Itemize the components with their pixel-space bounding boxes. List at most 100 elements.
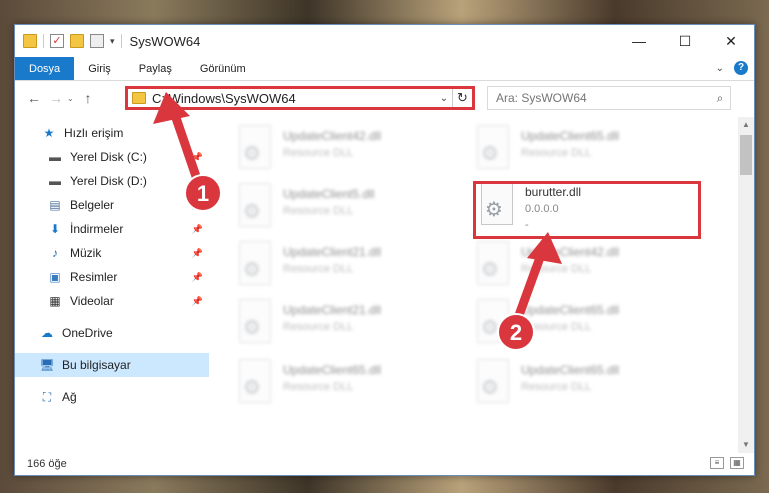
sidebar-item-label: Belgeler	[70, 198, 115, 212]
navigation-pane: ★ Hızlı erişim ▬ Yerel Disk (C:) 📌 ▬ Yer…	[15, 121, 209, 441]
search-box[interactable]: ⌕	[487, 86, 731, 110]
list-item[interactable]: ⚙ UpdateClient21.dll Resource DLL	[235, 241, 455, 297]
navigation-bar: ← → ⌄ ↑ C:\Windows\SysWOW64 ⌄ ↻ ⌕	[15, 83, 754, 113]
dll-file-icon: ⚙	[473, 359, 511, 407]
pictures-icon: ▣	[49, 270, 61, 284]
file-description: Resource DLL	[283, 381, 354, 393]
sidebar-item-label: Müzik	[70, 246, 102, 260]
cloud-icon: ☁	[41, 326, 53, 340]
sidebar-item-network[interactable]: ⛶ Ağ	[15, 385, 209, 409]
scroll-down-arrow-icon[interactable]: ▼	[738, 437, 754, 453]
list-item[interactable]: ⚙ UpdateClient65.dll Resource DLL	[473, 125, 693, 181]
list-item[interactable]: ⚙ UpdateClient21.dll Resource DLL	[235, 299, 455, 355]
list-item[interactable]: ⚙ UpdateClient65.dll Resource DLL	[235, 359, 455, 415]
refresh-icon[interactable]: ↻	[452, 89, 472, 107]
ribbon-right: ⌄ ?	[716, 61, 748, 75]
dll-file-icon: ⚙	[473, 241, 511, 289]
new-folder-icon[interactable]	[70, 34, 84, 48]
pin-icon[interactable]: 📌	[192, 224, 203, 235]
pin-icon[interactable]: 📌	[192, 296, 203, 307]
sidebar-item-videos[interactable]: ▦ Videolar 📌	[15, 289, 209, 313]
sidebar-item-pictures[interactable]: ▣ Resimler 📌	[15, 265, 209, 289]
sidebar-item-disk-c[interactable]: ▬ Yerel Disk (C:) 📌	[15, 145, 209, 169]
file-name: UpdateClient65.dll	[521, 303, 620, 317]
details-view-icon[interactable]: ≡	[710, 457, 724, 469]
dll-file-icon: ⚙	[235, 183, 273, 231]
toolbar-divider	[43, 34, 44, 48]
status-bar: 166 öğe ≡ ▦	[15, 453, 754, 475]
close-button[interactable]: ✕	[708, 25, 754, 57]
download-icon: ⬇	[49, 222, 61, 236]
customize-toolbar-chevron-icon[interactable]: ▾	[110, 36, 115, 47]
sidebar-item-disk-d[interactable]: ▬ Yerel Disk (D:) 📌	[15, 169, 209, 193]
disk-icon: ▬	[49, 150, 61, 164]
pin-icon[interactable]: 📌	[192, 272, 203, 283]
properties-check-icon[interactable]: ✓	[50, 34, 64, 48]
sidebar-item-label: Ağ	[62, 390, 77, 404]
computer-icon: 🖥	[39, 358, 55, 372]
file-list: ⚙ UpdateClient42.dll Resource DLL ⚙ Updat…	[225, 117, 725, 447]
tiles-view-icon[interactable]: ▦	[730, 457, 744, 469]
sidebar-item-quick-access[interactable]: ★ Hızlı erişim	[15, 121, 209, 145]
search-input[interactable]	[496, 91, 710, 105]
maximize-button[interactable]: ☐	[662, 25, 708, 57]
folder-icon	[23, 34, 37, 48]
dll-file-icon: ⚙	[235, 359, 273, 407]
file-name: UpdateClient21.dll	[283, 245, 382, 259]
tab-share[interactable]: Paylaş	[125, 57, 186, 80]
documents-icon: ▤	[49, 198, 61, 212]
rename-icon[interactable]	[90, 34, 104, 48]
list-item[interactable]: ⚙ UpdateClient42.dll Resource DLL	[235, 125, 455, 181]
file-description: Resource DLL	[283, 205, 354, 217]
sidebar-item-label: Bu bilgisayar	[62, 358, 131, 372]
list-item[interactable]: ⚙ UpdateClient42.dll Resource DLL	[473, 241, 693, 297]
pin-icon[interactable]: 📌	[192, 248, 203, 259]
pin-icon[interactable]: 📌	[192, 200, 203, 211]
expand-ribbon-chevron-icon[interactable]: ⌄	[716, 63, 724, 74]
sidebar-item-onedrive[interactable]: ☁ OneDrive	[15, 321, 209, 345]
list-item[interactable]: ⚙ UpdateClient65.dll Resource DLL	[473, 359, 693, 415]
tab-home[interactable]: Giriş	[74, 57, 125, 80]
tab-view[interactable]: Görünüm	[186, 57, 260, 80]
address-folder-icon	[132, 92, 146, 104]
sidebar-item-this-pc[interactable]: 🖥 Bu bilgisayar	[15, 353, 209, 377]
address-bar[interactable]: C:\Windows\SysWOW64 ⌄ ↻	[125, 86, 475, 110]
sidebar-item-downloads[interactable]: ⬇ İndirmeler 📌	[15, 217, 209, 241]
sidebar-item-documents[interactable]: ▤ Belgeler 📌	[15, 193, 209, 217]
disk-icon: ▬	[49, 174, 61, 188]
sidebar-item-label: Yerel Disk (C:)	[70, 150, 147, 164]
dll-file-icon: ⚙	[473, 125, 511, 173]
sidebar-item-label: Hızlı erişim	[64, 126, 124, 140]
up-arrow-icon[interactable]: ↑	[77, 90, 99, 106]
quick-access-toolbar: ✓ ▾	[23, 34, 115, 48]
list-item[interactable]: ⚙ UpdateClient5.dll Resource DLL	[235, 183, 455, 239]
view-toggles: ≡ ▦	[710, 457, 744, 469]
recent-locations-chevron-icon[interactable]: ⌄	[67, 94, 77, 103]
dll-file-icon: ⚙	[235, 299, 273, 347]
back-arrow-icon[interactable]: ←	[23, 90, 45, 106]
help-icon[interactable]: ?	[734, 61, 748, 75]
search-icon[interactable]: ⌕	[710, 91, 730, 106]
sidebar-item-music[interactable]: ♪ Müzik 📌	[15, 241, 209, 265]
file-description: Resource DLL	[521, 321, 592, 333]
title-bar: ✓ ▾ SysWOW64 — ☐ ✕	[15, 25, 754, 57]
scroll-up-arrow-icon[interactable]: ▲	[738, 117, 754, 133]
window-title: SysWOW64	[129, 33, 201, 49]
window-controls: — ☐ ✕	[616, 25, 754, 57]
file-name: UpdateClient65.dll	[521, 129, 620, 143]
scrollbar-thumb[interactable]	[740, 135, 752, 175]
pin-icon[interactable]: 📌	[192, 176, 203, 187]
star-icon: ★	[43, 126, 55, 140]
sidebar-item-label: OneDrive	[62, 326, 113, 340]
file-name: UpdateClient5.dll	[283, 187, 375, 201]
vertical-scrollbar[interactable]: ▲ ▼	[738, 117, 754, 453]
highlight-box-burutter-dll	[473, 181, 701, 239]
address-dropdown-chevron-icon[interactable]: ⌄	[436, 93, 452, 104]
forward-arrow-icon[interactable]: →	[45, 90, 67, 106]
address-path[interactable]: C:\Windows\SysWOW64	[152, 91, 436, 106]
videos-icon: ▦	[49, 294, 61, 308]
minimize-button[interactable]: —	[616, 25, 662, 57]
pin-icon[interactable]: 📌	[192, 152, 203, 163]
list-item[interactable]: ⚙ UpdateClient65.dll Resource DLL	[473, 299, 693, 355]
tab-file[interactable]: Dosya	[15, 57, 75, 80]
